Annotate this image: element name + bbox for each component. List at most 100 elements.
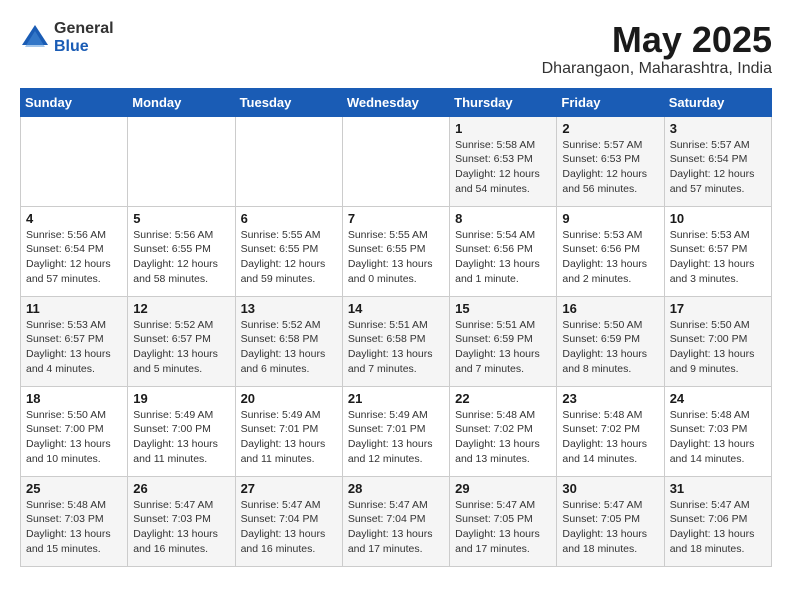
day-info: Sunrise: 5:51 AM Sunset: 6:59 PM Dayligh… (455, 318, 551, 377)
day-number: 3 (670, 121, 766, 136)
weekday-header: Thursday (450, 88, 557, 116)
page-header: General Blue May 2025 Dharangaon, Mahara… (20, 20, 772, 78)
calendar-cell: 29Sunrise: 5:47 AM Sunset: 7:05 PM Dayli… (450, 476, 557, 566)
calendar-title: May 2025 (542, 20, 772, 60)
day-info: Sunrise: 5:48 AM Sunset: 7:02 PM Dayligh… (455, 408, 551, 467)
day-info: Sunrise: 5:47 AM Sunset: 7:03 PM Dayligh… (133, 498, 229, 557)
calendar-cell: 6 Sunrise: 5:55 AM Sunset: 6:55 PM Daylig… (235, 206, 342, 296)
day-info: Sunrise: 5:47 AM Sunset: 7:06 PM Dayligh… (670, 498, 766, 557)
day-info: Sunrise: 5:47 AM Sunset: 7:04 PM Dayligh… (241, 498, 337, 557)
calendar-cell: 5Sunrise: 5:56 AM Sunset: 6:55 PM Daylig… (128, 206, 235, 296)
logo-blue: Blue (54, 38, 114, 56)
logo-icon (20, 23, 50, 53)
day-info: Sunrise: 5:57 AM Sunset: 6:54 PM Dayligh… (670, 138, 766, 197)
day-number: 26 (133, 481, 229, 496)
calendar-cell: 15Sunrise: 5:51 AM Sunset: 6:59 PM Dayli… (450, 296, 557, 386)
calendar-cell: 10 Sunrise: 5:53 AM Sunset: 6:57 PM Dayli… (664, 206, 771, 296)
calendar-cell: 26 Sunrise: 5:47 AM Sunset: 7:03 PM Dayli… (128, 476, 235, 566)
calendar-cell: 30 Sunrise: 5:47 AM Sunset: 7:05 PM Dayli… (557, 476, 664, 566)
day-number: 4 (26, 211, 122, 226)
day-info: Sunrise: 5:49 AM Sunset: 7:00 PM Dayligh… (133, 408, 229, 467)
calendar-cell: 19 Sunrise: 5:49 AM Sunset: 7:00 PM Dayli… (128, 386, 235, 476)
calendar-cell: 28 Sunrise: 5:47 AM Sunset: 7:04 PM Dayli… (342, 476, 449, 566)
day-number: 13 (241, 301, 337, 316)
day-info: Sunrise: 5:48 AM Sunset: 7:02 PM Dayligh… (562, 408, 658, 467)
day-number: 19 (133, 391, 229, 406)
weekday-header: Wednesday (342, 88, 449, 116)
day-info: Sunrise: 5:47 AM Sunset: 7:04 PM Dayligh… (348, 498, 444, 557)
day-info: Sunrise: 5:50 AM Sunset: 6:59 PM Dayligh… (562, 318, 658, 377)
calendar-cell: 9 Sunrise: 5:53 AM Sunset: 6:56 PM Daylig… (557, 206, 664, 296)
calendar-cell: 13 Sunrise: 5:52 AM Sunset: 6:58 PM Dayli… (235, 296, 342, 386)
calendar-cell: 14 Sunrise: 5:51 AM Sunset: 6:58 PM Dayli… (342, 296, 449, 386)
calendar-cell: 8Sunrise: 5:54 AM Sunset: 6:56 PM Daylig… (450, 206, 557, 296)
calendar-cell (128, 116, 235, 206)
calendar-cell: 7 Sunrise: 5:55 AM Sunset: 6:55 PM Daylig… (342, 206, 449, 296)
day-info: Sunrise: 5:58 AM Sunset: 6:53 PM Dayligh… (455, 138, 551, 197)
calendar-cell: 11Sunrise: 5:53 AM Sunset: 6:57 PM Dayli… (21, 296, 128, 386)
calendar-cell: 2Sunrise: 5:57 AM Sunset: 6:53 PM Daylig… (557, 116, 664, 206)
calendar-cell (235, 116, 342, 206)
calendar-week-row: 11Sunrise: 5:53 AM Sunset: 6:57 PM Dayli… (21, 296, 772, 386)
calendar-cell: 18Sunrise: 5:50 AM Sunset: 7:00 PM Dayli… (21, 386, 128, 476)
day-number: 14 (348, 301, 444, 316)
day-number: 25 (26, 481, 122, 496)
day-number: 31 (670, 481, 766, 496)
day-info: Sunrise: 5:55 AM Sunset: 6:55 PM Dayligh… (348, 228, 444, 287)
calendar-week-row: 18Sunrise: 5:50 AM Sunset: 7:00 PM Dayli… (21, 386, 772, 476)
location-subtitle: Dharangaon, Maharashtra, India (542, 60, 772, 78)
day-info: Sunrise: 5:48 AM Sunset: 7:03 PM Dayligh… (670, 408, 766, 467)
calendar-cell: 24Sunrise: 5:48 AM Sunset: 7:03 PM Dayli… (664, 386, 771, 476)
calendar-week-row: 4Sunrise: 5:56 AM Sunset: 6:54 PM Daylig… (21, 206, 772, 296)
weekday-header: Monday (128, 88, 235, 116)
calendar-body: 1Sunrise: 5:58 AM Sunset: 6:53 PM Daylig… (21, 116, 772, 566)
calendar-cell (342, 116, 449, 206)
day-info: Sunrise: 5:57 AM Sunset: 6:53 PM Dayligh… (562, 138, 658, 197)
day-info: Sunrise: 5:52 AM Sunset: 6:57 PM Dayligh… (133, 318, 229, 377)
day-number: 29 (455, 481, 551, 496)
day-number: 5 (133, 211, 229, 226)
day-info: Sunrise: 5:55 AM Sunset: 6:55 PM Dayligh… (241, 228, 337, 287)
day-info: Sunrise: 5:49 AM Sunset: 7:01 PM Dayligh… (241, 408, 337, 467)
calendar-cell: 31 Sunrise: 5:47 AM Sunset: 7:06 PM Dayli… (664, 476, 771, 566)
day-info: Sunrise: 5:52 AM Sunset: 6:58 PM Dayligh… (241, 318, 337, 377)
calendar-week-row: 1Sunrise: 5:58 AM Sunset: 6:53 PM Daylig… (21, 116, 772, 206)
calendar-cell: 16 Sunrise: 5:50 AM Sunset: 6:59 PM Dayli… (557, 296, 664, 386)
weekday-row: SundayMondayTuesdayWednesdayThursdayFrid… (21, 88, 772, 116)
day-number: 27 (241, 481, 337, 496)
calendar-cell: 21Sunrise: 5:49 AM Sunset: 7:01 PM Dayli… (342, 386, 449, 476)
day-number: 17 (670, 301, 766, 316)
weekday-header: Tuesday (235, 88, 342, 116)
day-number: 16 (562, 301, 658, 316)
calendar-table: SundayMondayTuesdayWednesdayThursdayFrid… (20, 88, 772, 567)
calendar-cell: 4Sunrise: 5:56 AM Sunset: 6:54 PM Daylig… (21, 206, 128, 296)
calendar-cell: 17 Sunrise: 5:50 AM Sunset: 7:00 PM Dayli… (664, 296, 771, 386)
logo: General Blue (20, 20, 114, 55)
day-number: 10 (670, 211, 766, 226)
weekday-header: Sunday (21, 88, 128, 116)
calendar-header: SundayMondayTuesdayWednesdayThursdayFrid… (21, 88, 772, 116)
calendar-cell: 3 Sunrise: 5:57 AM Sunset: 6:54 PM Daylig… (664, 116, 771, 206)
day-number: 18 (26, 391, 122, 406)
day-info: Sunrise: 5:47 AM Sunset: 7:05 PM Dayligh… (562, 498, 658, 557)
day-number: 8 (455, 211, 551, 226)
day-info: Sunrise: 5:51 AM Sunset: 6:58 PM Dayligh… (348, 318, 444, 377)
day-info: Sunrise: 5:50 AM Sunset: 7:00 PM Dayligh… (670, 318, 766, 377)
day-number: 9 (562, 211, 658, 226)
day-number: 7 (348, 211, 444, 226)
day-info: Sunrise: 5:53 AM Sunset: 6:57 PM Dayligh… (670, 228, 766, 287)
weekday-header: Saturday (664, 88, 771, 116)
day-number: 28 (348, 481, 444, 496)
day-number: 30 (562, 481, 658, 496)
calendar-cell (21, 116, 128, 206)
calendar-cell: 25Sunrise: 5:48 AM Sunset: 7:03 PM Dayli… (21, 476, 128, 566)
day-number: 6 (241, 211, 337, 226)
calendar-week-row: 25Sunrise: 5:48 AM Sunset: 7:03 PM Dayli… (21, 476, 772, 566)
calendar-cell: 1Sunrise: 5:58 AM Sunset: 6:53 PM Daylig… (450, 116, 557, 206)
logo-general: General (54, 20, 114, 38)
weekday-header: Friday (557, 88, 664, 116)
title-block: May 2025 Dharangaon, Maharashtra, India (542, 20, 772, 78)
calendar-cell: 12Sunrise: 5:52 AM Sunset: 6:57 PM Dayli… (128, 296, 235, 386)
day-number: 23 (562, 391, 658, 406)
day-info: Sunrise: 5:53 AM Sunset: 6:56 PM Dayligh… (562, 228, 658, 287)
